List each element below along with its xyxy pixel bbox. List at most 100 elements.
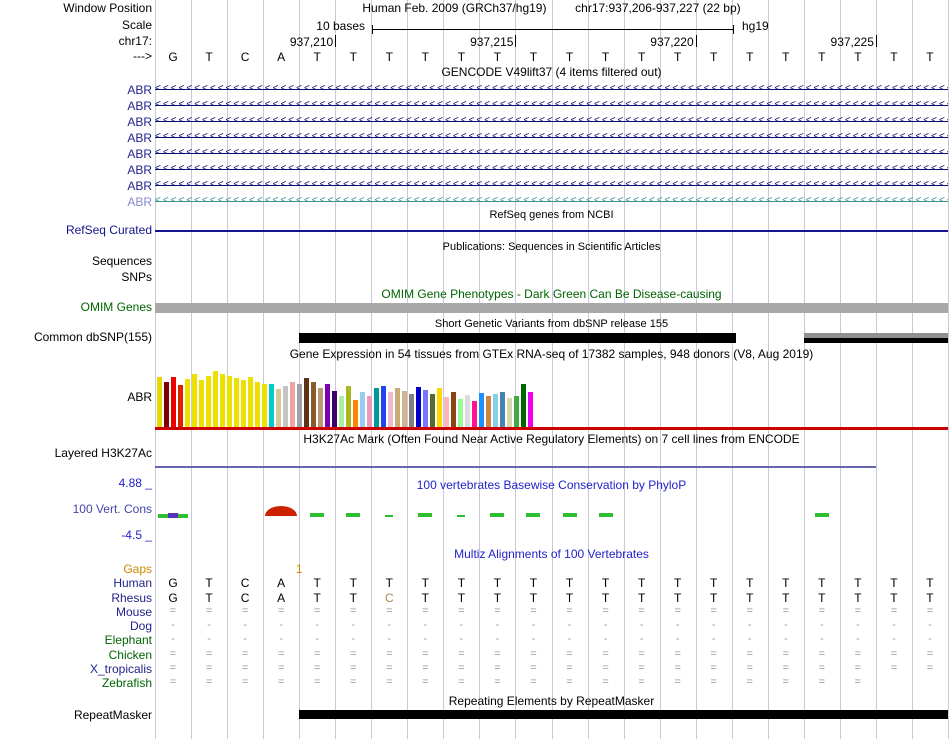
gtex-expression-bar[interactable] [465, 395, 470, 427]
species-label-chicken[interactable]: Chicken [109, 648, 152, 662]
gtex-expression-bar[interactable] [514, 396, 519, 427]
species-label-x_tropicalis[interactable]: X_tropicalis [90, 662, 152, 676]
gencode-transcript[interactable]: <<<<<<<<<<<<<<<<<<<<<<<<<<<<<<<<<<<<<<<<… [155, 146, 948, 160]
gtex-expression-bar[interactable] [500, 392, 505, 427]
gtex-expression-bar[interactable] [374, 388, 379, 427]
gencode-gene-label[interactable]: ABR [127, 131, 152, 145]
gencode-gene-label[interactable]: ABR [127, 163, 152, 177]
omim-gene-item[interactable] [155, 303, 948, 313]
gtex-expression-bar[interactable] [304, 378, 309, 427]
gencode-gene-label[interactable]: ABR [127, 115, 152, 129]
gtex-expression-bar[interactable] [178, 385, 183, 427]
gtex-expression-bar[interactable] [360, 392, 365, 427]
gtex-expression-bar[interactable] [318, 388, 323, 427]
gencode-transcript[interactable]: <<<<<<<<<<<<<<<<<<<<<<<<<<<<<<<<<<<<<<<<… [155, 98, 948, 112]
gencode-gene-label[interactable]: ABR [127, 83, 152, 97]
species-label-zebrafish[interactable]: Zebrafish [102, 676, 152, 690]
gtex-expression-bar[interactable] [346, 386, 351, 427]
gtex-expression-bar[interactable] [472, 401, 477, 427]
gencode-gene-label[interactable]: ABR [127, 99, 152, 113]
gtex-expression-bar[interactable] [451, 392, 456, 427]
gtex-expression-bar[interactable] [241, 380, 246, 427]
gtex-expression-bar[interactable] [185, 379, 190, 427]
gtex-expression-bar[interactable] [367, 396, 372, 427]
grid-line [948, 0, 949, 739]
gtex-expression-bar[interactable] [444, 397, 449, 427]
gtex-expression-bar[interactable] [157, 377, 162, 427]
gtex-expression-bar[interactable] [283, 386, 288, 427]
gtex-expression-bar[interactable] [311, 382, 316, 427]
gtex-expression-bar[interactable] [486, 396, 491, 427]
gtex-expression-bar[interactable] [521, 384, 526, 427]
alignment-cell-dog: - [856, 619, 860, 631]
gtex-expression-bar[interactable] [528, 392, 533, 427]
gtex-expression-bar[interactable] [199, 380, 204, 427]
refseq-curated-label[interactable]: RefSeq Curated [66, 224, 152, 237]
gtex-expression-bar[interactable] [213, 371, 218, 427]
gtex-expression-bar[interactable] [290, 382, 295, 427]
gtex-expression-bar[interactable] [493, 394, 498, 427]
h3k27ac-track-label[interactable]: Layered H3K27Ac [55, 447, 152, 460]
gtex-expression-bar[interactable] [402, 391, 407, 427]
dbsnp-variant-item[interactable] [804, 338, 948, 343]
gtex-expression-bar[interactable] [332, 391, 337, 427]
gtex-expression-bar[interactable] [206, 376, 211, 427]
gtex-expression-bar[interactable] [234, 378, 239, 427]
gtex-expression-bar[interactable] [437, 388, 442, 427]
species-label-dog[interactable]: Dog [130, 619, 152, 633]
gtex-expression-bar[interactable] [409, 394, 414, 427]
gtex-expression-bar[interactable] [416, 387, 421, 427]
gtex-expression-bar[interactable] [227, 376, 232, 427]
species-label-mouse[interactable]: Mouse [116, 605, 152, 619]
alignment-cell-rhesus: T [349, 591, 357, 605]
snps-track-label[interactable]: SNPs [121, 271, 152, 284]
gencode-transcript[interactable]: <<<<<<<<<<<<<<<<<<<<<<<<<<<<<<<<<<<<<<<<… [155, 162, 948, 176]
gencode-transcript[interactable]: <<<<<<<<<<<<<<<<<<<<<<<<<<<<<<<<<<<<<<<<… [155, 178, 948, 192]
omim-genes-label[interactable]: OMIM Genes [81, 301, 152, 314]
dbsnp-track-label[interactable]: Common dbSNP(155) [34, 331, 152, 344]
gencode-transcript[interactable]: <<<<<<<<<<<<<<<<<<<<<<<<<<<<<<<<<<<<<<<<… [155, 194, 948, 208]
gtex-expression-bar[interactable] [381, 386, 386, 427]
gtex-expression-bar[interactable] [458, 399, 463, 427]
gencode-transcript[interactable]: <<<<<<<<<<<<<<<<<<<<<<<<<<<<<<<<<<<<<<<<… [155, 82, 948, 96]
alignment-cell-zebrafish: = [638, 676, 645, 688]
gtex-expression-bar[interactable] [479, 393, 484, 427]
gencode-transcript[interactable]: <<<<<<<<<<<<<<<<<<<<<<<<<<<<<<<<<<<<<<<<… [155, 114, 948, 128]
repeatmasker-item[interactable] [299, 710, 948, 719]
gtex-expression-bar[interactable] [262, 384, 267, 427]
gtex-expression-bar[interactable] [430, 394, 435, 427]
gtex-expression-bar[interactable] [297, 384, 302, 427]
gtex-expression-bar[interactable] [276, 389, 281, 427]
gtex-expression-bar[interactable] [255, 382, 260, 427]
dbsnp-variant-item[interactable] [299, 333, 736, 343]
gtex-expression-bar[interactable] [248, 377, 253, 427]
gtex-expression-bar[interactable] [171, 377, 176, 427]
gtex-expression-bar[interactable] [220, 374, 225, 427]
gtex-expression-bar[interactable] [325, 384, 330, 427]
gtex-expression-bar[interactable] [164, 382, 169, 427]
gencode-gene-label[interactable]: ABR [127, 179, 152, 193]
gtex-expression-bar[interactable] [269, 384, 274, 427]
sequences-track-label[interactable]: Sequences [92, 255, 152, 268]
refseq-curated-item[interactable] [155, 230, 948, 232]
gtex-expression-bar[interactable] [192, 374, 197, 427]
gtex-gene-label[interactable]: ABR [127, 391, 152, 404]
gencode-transcript[interactable]: <<<<<<<<<<<<<<<<<<<<<<<<<<<<<<<<<<<<<<<<… [155, 130, 948, 144]
alignment-cell-mouse: = [422, 605, 429, 617]
gencode-gene-label[interactable]: ABR [127, 147, 152, 161]
species-label-human[interactable]: Human [113, 576, 152, 590]
species-label-elephant[interactable]: Elephant [105, 633, 152, 647]
repeatmasker-track-label[interactable]: RepeatMasker [74, 709, 152, 722]
species-label-gaps[interactable]: Gaps [123, 562, 152, 576]
gtex-expression-bar[interactable] [388, 392, 393, 427]
gtex-expression-bar[interactable] [339, 396, 344, 427]
gtex-expression-bar[interactable] [353, 400, 358, 427]
alignment-cell-human: T [457, 576, 466, 590]
phylop-track-label[interactable]: 100 Vert. Cons [73, 503, 152, 516]
gtex-expression-bar[interactable] [395, 388, 400, 427]
gtex-gene-model-line[interactable] [155, 427, 948, 430]
species-label-rhesus[interactable]: Rhesus [111, 591, 152, 605]
gtex-expression-bar[interactable] [507, 398, 512, 427]
gtex-expression-bar[interactable] [423, 390, 428, 427]
gencode-gene-label[interactable]: ABR [127, 195, 152, 209]
